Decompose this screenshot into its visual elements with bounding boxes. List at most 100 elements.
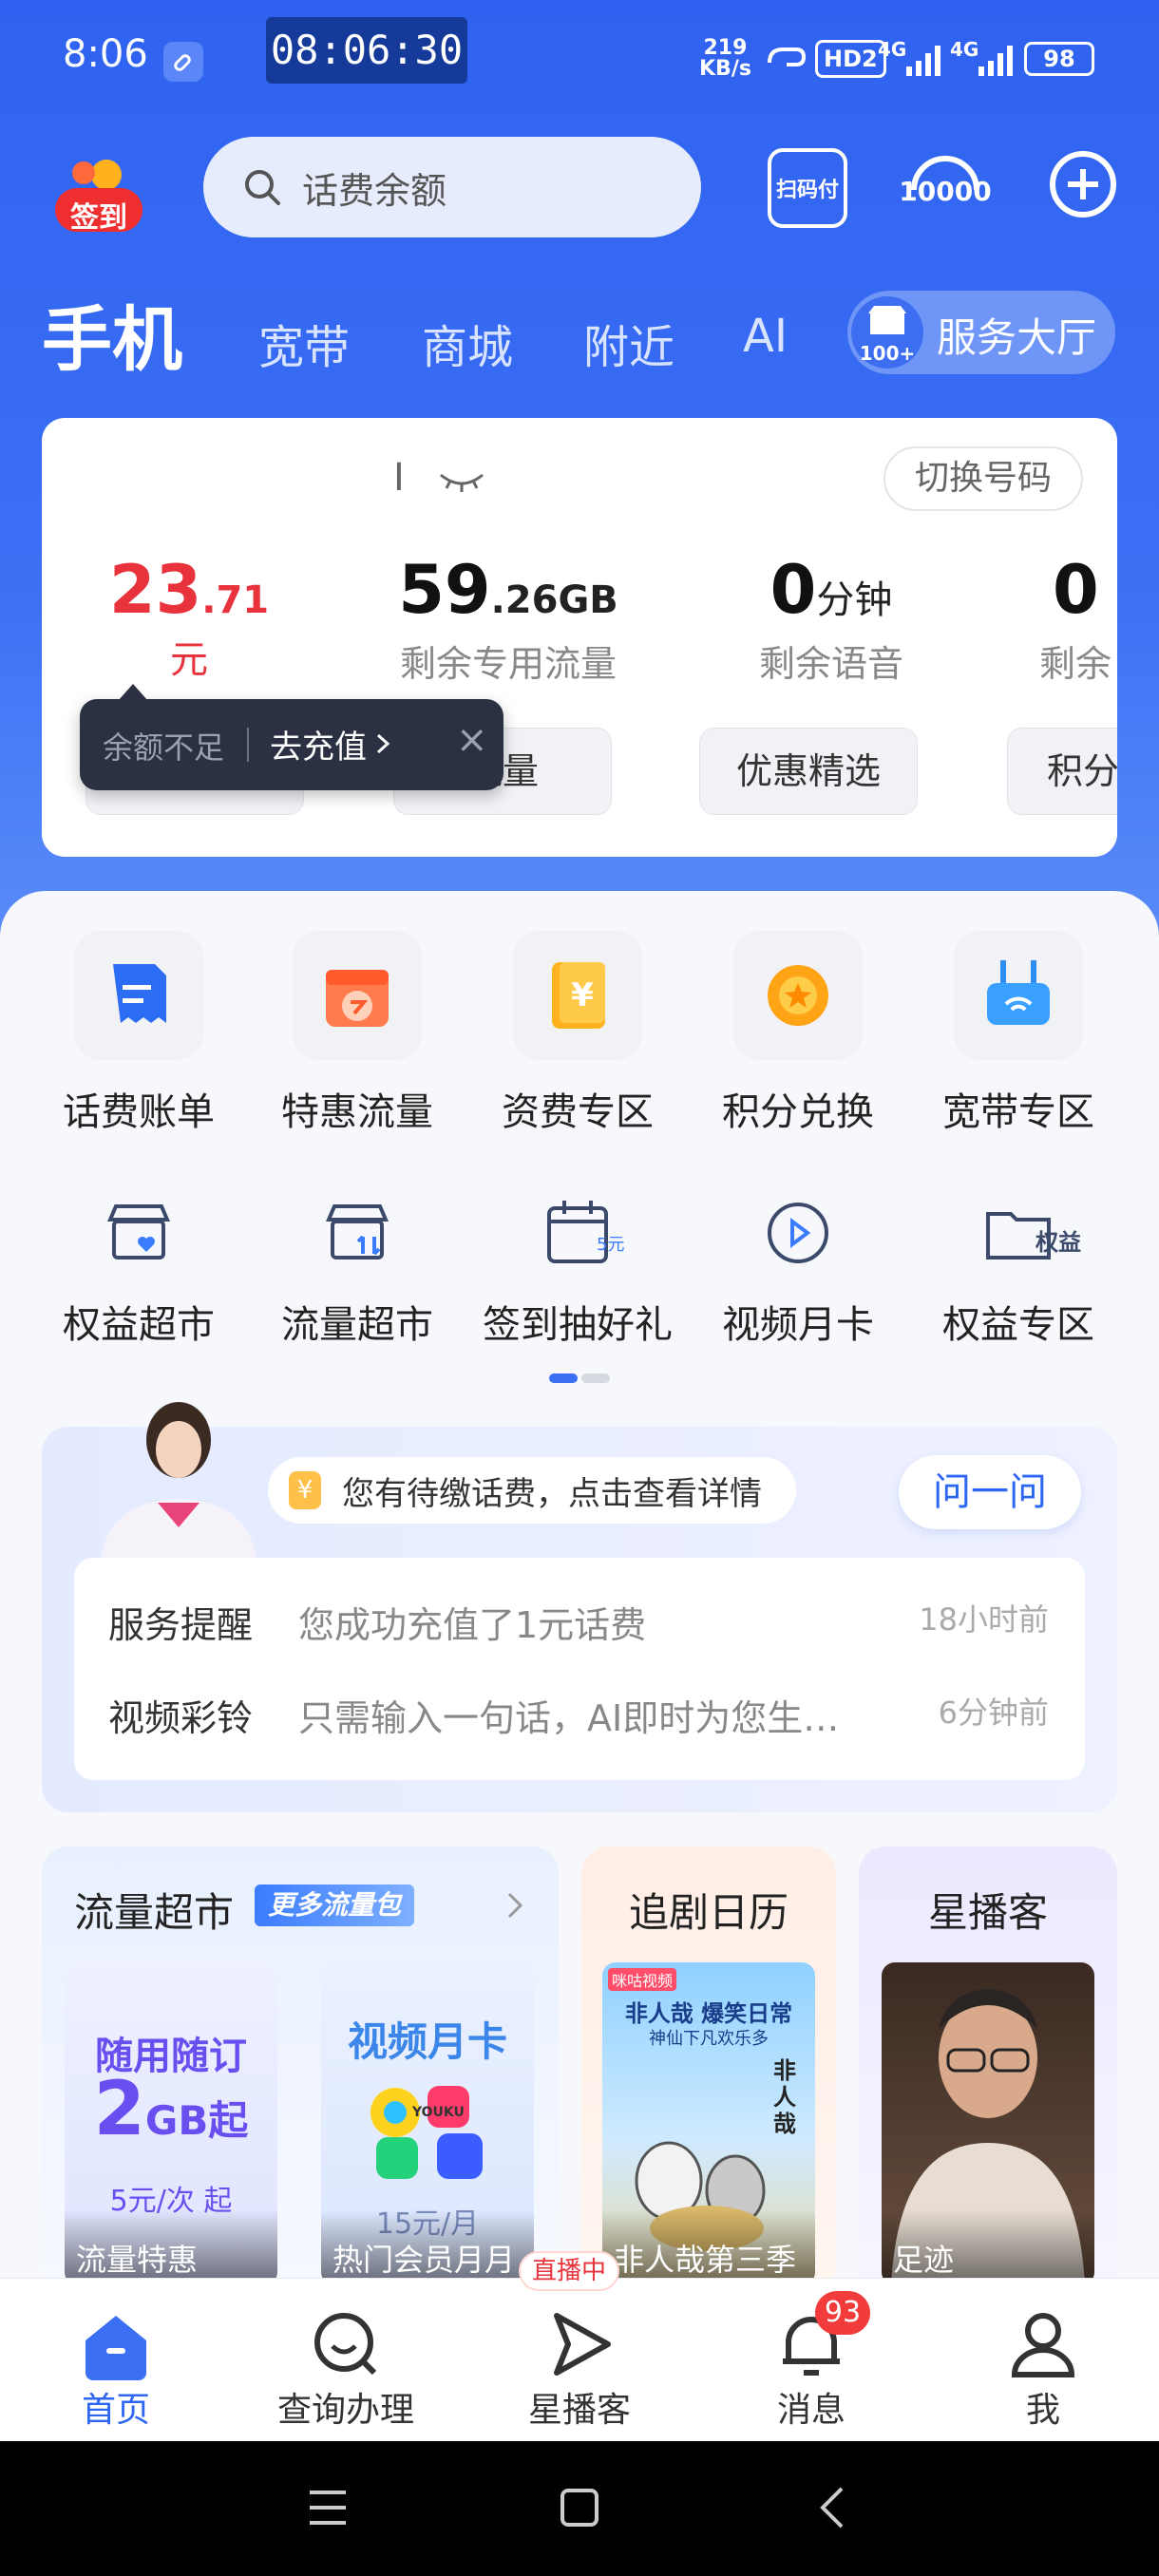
tile-data-deal[interactable]: 随用随订 2GB起 5元/次 起 流量特惠	[65, 1962, 277, 2285]
service-tariff-label: 资费专区	[502, 1090, 654, 1134]
account-card: I 切换号码 23.71元 当前欠费 59.26GB 剩余专用流量 0分钟 剩余…	[42, 418, 1117, 857]
bill-icon	[74, 931, 203, 1060]
service-broadband[interactable]: 宽带专区	[914, 931, 1123, 1136]
more-data-tag: 更多流量包	[255, 1885, 415, 1926]
nav-home[interactable]: 首页	[30, 2306, 201, 2432]
menu-icon[interactable]	[306, 2487, 350, 2529]
add-button[interactable]	[1045, 146, 1121, 222]
tab-nearby[interactable]: 附近	[583, 310, 674, 376]
live-badge: 直播中	[519, 2251, 620, 2291]
play-triangle-icon	[494, 2306, 665, 2382]
service-bill[interactable]: 话费账单	[34, 931, 243, 1136]
nav-star-podcast[interactable]: 星播客	[494, 2306, 665, 2432]
ask-button[interactable]: 问一问	[899, 1455, 1081, 1529]
scan-pay-button[interactable]: 扫码付	[768, 148, 847, 228]
magnifier-icon	[260, 2306, 431, 2382]
tab-broadband[interactable]: 宽带	[258, 310, 350, 376]
chevron-right-icon	[376, 733, 390, 754]
checkin-button[interactable]: 签到	[49, 152, 148, 236]
pending-bill-bubble[interactable]: ¥ 您有待缴话费，点击查看详情	[268, 1457, 796, 1524]
stat-data[interactable]: 59.26GB 剩余专用流量	[380, 551, 636, 687]
search-bar[interactable]: 话费余额	[203, 137, 701, 237]
nav-messages-label: 消息	[776, 2391, 846, 2430]
poster-title: 非人哉 爆笑日常	[624, 2000, 793, 2027]
stat-debt-unit: 元	[170, 638, 208, 682]
bell-icon	[726, 2306, 897, 2382]
tab-ai[interactable]: AI	[743, 310, 788, 363]
plus-circle-icon	[1050, 151, 1116, 218]
pill-points[interactable]: 积分	[1007, 728, 1117, 815]
service-video-card[interactable]: 视频月卡	[694, 1185, 902, 1349]
service-data-market-label: 流量超市	[281, 1303, 433, 1347]
yuan-book-icon: ¥	[513, 931, 642, 1060]
service-hall-button[interactable]: 100+ 服务大厅	[847, 291, 1115, 374]
hall-store-icon: 100+	[851, 296, 923, 369]
tab-phone[interactable]: 手机	[42, 283, 182, 385]
signal-2-icon	[950, 42, 1016, 84]
nav-me[interactable]: 我	[958, 2306, 1129, 2432]
service-checkin-gift[interactable]: 5元 签到抽好礼	[473, 1185, 682, 1349]
stat-more-label: 剩余	[1039, 643, 1112, 685]
toast-recharge-link[interactable]: 去充值	[270, 720, 393, 767]
yuan-icon: ¥	[289, 1471, 321, 1509]
link-status-icon	[163, 42, 203, 82]
notice-text: 只需输入一句话，AI即时为您生…	[298, 1697, 840, 1739]
stat-data-dec: .26	[490, 578, 559, 622]
user-icon	[958, 2306, 1129, 2382]
back-icon[interactable]	[813, 2485, 851, 2530]
hd-badge: HD2	[815, 40, 886, 78]
tile-data-unit: GB起	[144, 2097, 249, 2144]
toast-close-button[interactable]: ×	[456, 718, 488, 762]
nav-query-label: 查询办理	[276, 2391, 414, 2430]
pill-offers[interactable]: 优惠精选	[699, 728, 918, 815]
folder-badge: 权益	[1036, 1229, 1081, 1256]
notice-title: 视频彩铃	[108, 1697, 254, 1739]
nav-query[interactable]: 查询办理	[260, 2306, 431, 2432]
stat-debt-dec: .71	[201, 578, 270, 622]
tile-drama[interactable]: 咪咕视频 非人哉 爆笑日常 神仙下凡欢乐多 非人哉 非人哉第三季	[602, 1962, 815, 2285]
nav-messages[interactable]: 消息	[726, 2306, 897, 2432]
hotline-button[interactable]: 10000	[899, 148, 992, 224]
service-rights-market[interactable]: 权益超市	[34, 1185, 243, 1349]
youku-logo-text: YOUKU	[412, 2105, 465, 2120]
service-points[interactable]: 积分兑换	[694, 931, 902, 1136]
service-special-data[interactable]: 特惠流量	[253, 931, 462, 1136]
service-data-market[interactable]: 流量超市	[253, 1185, 462, 1349]
tile-data-amount: 2GB起	[65, 2067, 277, 2152]
tile-video-card[interactable]: 视频月卡 YOUKU 15元/月 热门会员月月	[321, 1962, 534, 2285]
shop-heart-icon	[74, 1185, 203, 1280]
stat-voice-int: 0	[770, 551, 817, 629]
service-video-card-label: 视频月卡	[722, 1303, 874, 1347]
tile-video-caption: 热门会员月月	[321, 2209, 534, 2285]
tab-mall[interactable]: 商城	[422, 310, 513, 376]
search-icon	[245, 170, 280, 205]
tile-star[interactable]: 足迹	[882, 1962, 1094, 2285]
service-tariff[interactable]: ¥ 资费专区	[473, 931, 682, 1136]
eye-closed-icon[interactable]	[437, 467, 486, 496]
stat-more[interactable]: 0 剩余	[1037, 551, 1117, 687]
message-count-badge: 93	[815, 2291, 870, 2335]
hotline-label: 10000	[899, 175, 992, 207]
home-square-icon[interactable]	[559, 2487, 600, 2529]
service-rights-zone[interactable]: 权益 权益专区	[914, 1185, 1123, 1349]
tile-data-big: 2	[93, 2067, 145, 2152]
calendar-badge: 5元	[597, 1235, 625, 1255]
switch-number-button[interactable]: 切换号码	[884, 446, 1083, 511]
stat-debt-int: 23	[108, 551, 202, 629]
svg-text:¥: ¥	[571, 976, 594, 1014]
stat-data-label: 剩余专用流量	[399, 643, 617, 685]
stat-voice-unit: 分钟	[816, 578, 893, 622]
service-hall-label: 服务大厅	[937, 314, 1097, 361]
service-special-data-label: 特惠流量	[281, 1090, 433, 1134]
nav-me-label: 我	[1025, 2391, 1060, 2430]
home-icon	[30, 2306, 201, 2382]
notice-title: 服务提醒	[108, 1604, 254, 1646]
tile-data-caption: 流量特惠	[65, 2209, 277, 2285]
stat-data-int: 59	[398, 551, 491, 629]
stat-voice[interactable]: 0分钟 剩余语音	[722, 551, 940, 687]
hd-link-icon	[762, 38, 809, 80]
notice-time: 18小时前	[919, 1601, 1049, 1638]
chevron-right-icon	[507, 1892, 523, 1919]
star-podcast-title: 星播客	[927, 1889, 1048, 1936]
data-market-title: 流量超市	[74, 1889, 235, 1936]
